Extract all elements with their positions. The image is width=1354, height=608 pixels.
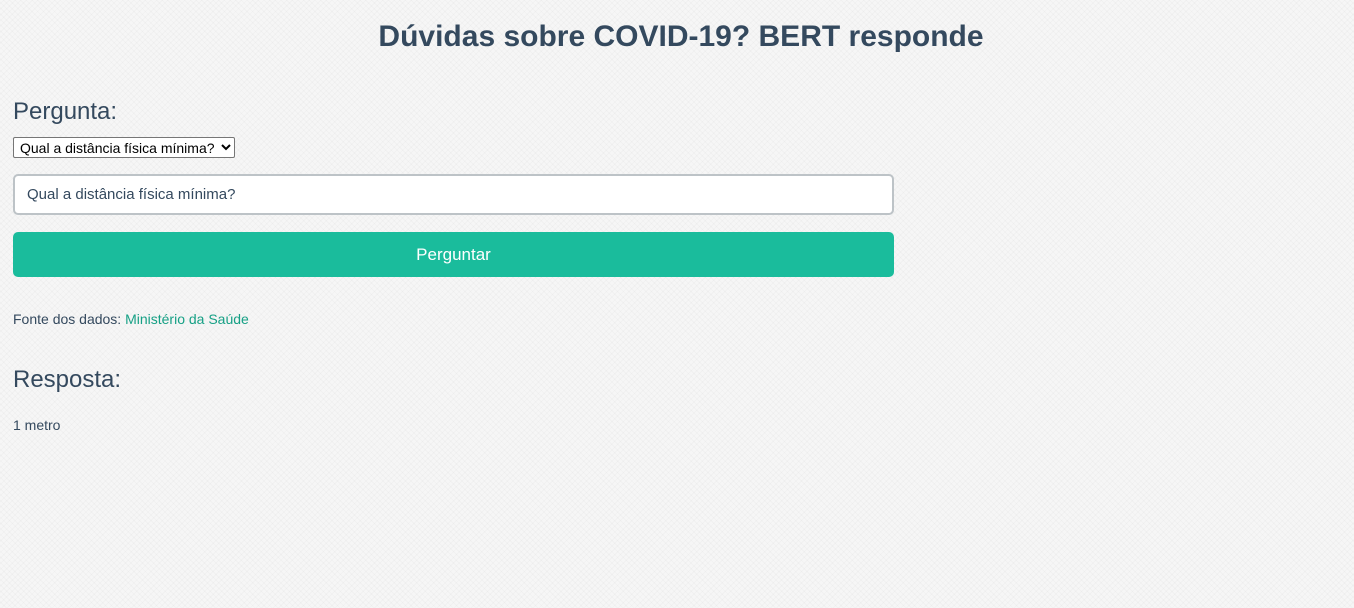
ask-button[interactable]: Perguntar xyxy=(13,232,894,277)
question-input[interactable] xyxy=(13,174,894,215)
preset-question-select[interactable]: Qual a distância física mínima? xyxy=(13,137,235,158)
answer-text: 1 metro xyxy=(13,417,61,433)
data-source: Fonte dos dados: Ministério da Saúde xyxy=(13,311,249,328)
question-heading: Pergunta: xyxy=(13,98,118,125)
answer-heading: Resposta: xyxy=(13,366,122,393)
page-title: Dúvidas sobre COVID-19? BERT responde xyxy=(378,20,984,53)
data-source-link[interactable]: Ministério da Saúde xyxy=(125,311,249,327)
data-source-label: Fonte dos dados: xyxy=(13,311,122,327)
